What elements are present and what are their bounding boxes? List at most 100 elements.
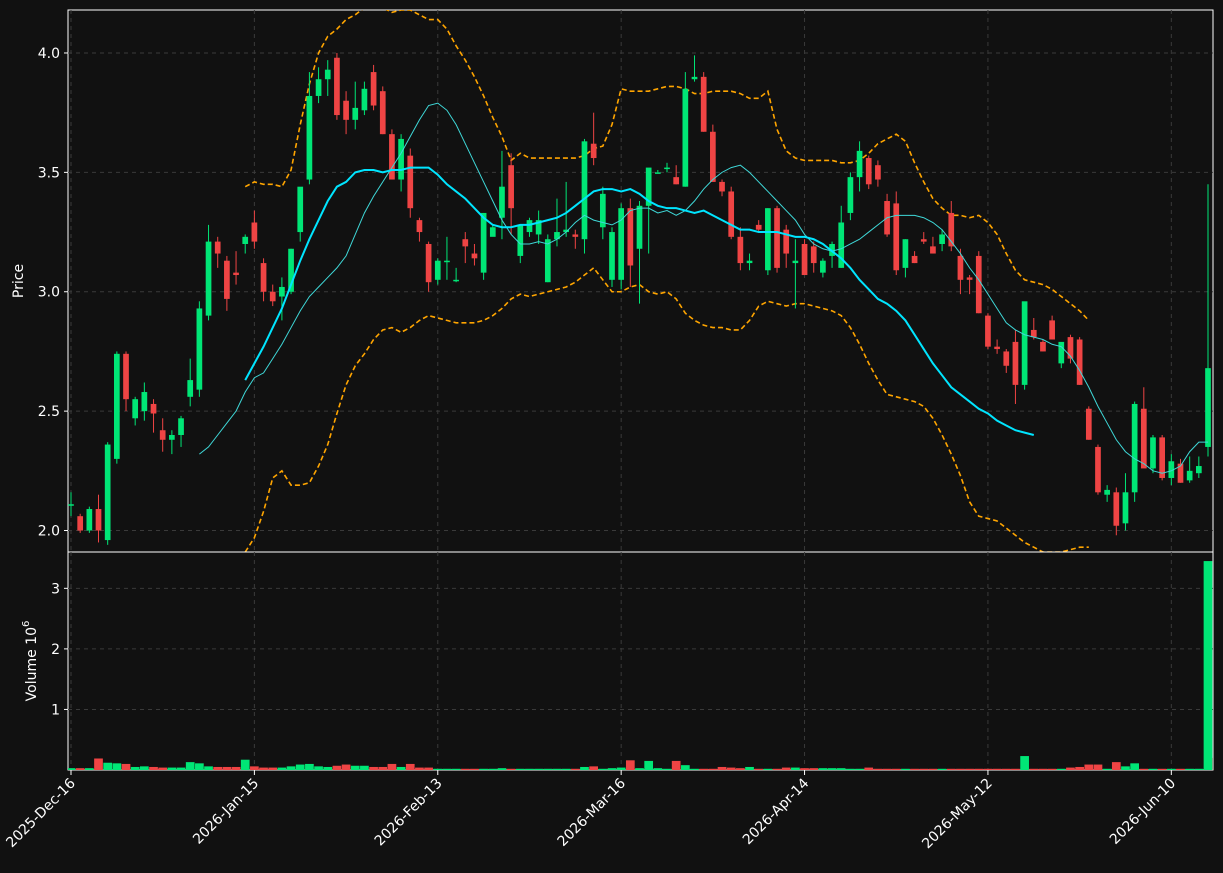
candle-body bbox=[324, 69, 331, 80]
volume-bar bbox=[1056, 768, 1066, 770]
volume-y-tick-label: 2 bbox=[51, 642, 60, 658]
candle-body bbox=[114, 353, 120, 459]
candle-body bbox=[994, 346, 1000, 350]
x-tick-label: 2026-May-12 bbox=[919, 776, 996, 853]
candle-body bbox=[242, 236, 249, 244]
volume-bar bbox=[708, 768, 718, 770]
candle-body bbox=[1012, 341, 1019, 385]
volume-bar bbox=[525, 768, 534, 770]
candle-body bbox=[343, 100, 349, 120]
volume-bar bbox=[919, 768, 929, 770]
candle-body bbox=[1104, 489, 1110, 495]
volume-bar bbox=[1185, 768, 1195, 770]
volume-bar bbox=[277, 767, 287, 770]
chart-canvas: 2.0 2.5 3.0 3.5 4.0 Price 1 2 3 Volume 106 202… bbox=[3, 9, 1220, 853]
volume-bar bbox=[781, 767, 791, 770]
volume-bar bbox=[736, 768, 745, 770]
candle-body bbox=[517, 224, 524, 256]
candlestick-chart: 2.0 2.5 3.0 3.5 4.0 Price 1 2 3 Volume 106 202… bbox=[0, 0, 1223, 873]
volume-bar bbox=[158, 767, 168, 770]
volume-bar bbox=[983, 768, 993, 770]
candle-body bbox=[178, 418, 184, 435]
candle-body bbox=[902, 239, 909, 268]
volume-bar bbox=[543, 768, 553, 770]
candle-body bbox=[407, 155, 414, 209]
candle-body bbox=[1067, 337, 1074, 359]
candle-body bbox=[618, 208, 625, 280]
volume-bar bbox=[791, 767, 800, 770]
volume-bar bbox=[1038, 768, 1048, 770]
x-tick-label: 2026-Feb-13 bbox=[372, 776, 446, 850]
candle-body bbox=[196, 308, 203, 390]
x-tick-label: 2026-Mar-16 bbox=[555, 775, 629, 849]
volume-bar bbox=[745, 766, 754, 770]
x-tick-label: 2025-Dec-16 bbox=[3, 775, 78, 850]
volume-bar bbox=[1029, 768, 1039, 770]
candle-body bbox=[233, 272, 239, 276]
candle-body bbox=[911, 255, 918, 264]
volume-bar bbox=[836, 768, 846, 770]
candle-body bbox=[1058, 341, 1065, 364]
candle-body bbox=[1113, 492, 1120, 526]
candle-body bbox=[141, 392, 148, 412]
candle-body bbox=[1085, 408, 1092, 440]
volume-bar bbox=[259, 767, 268, 770]
price-y-tick-label: 3.0 bbox=[38, 285, 60, 301]
candle-body bbox=[1214, 375, 1220, 387]
volume-bar bbox=[442, 768, 452, 770]
candle-body bbox=[260, 263, 267, 292]
price-y-tick-label: 4.0 bbox=[38, 46, 60, 62]
volume-bar bbox=[1139, 768, 1149, 770]
candle-body bbox=[526, 220, 533, 233]
volume-bar bbox=[350, 765, 360, 770]
x-tick-label: 2026-Jan-15 bbox=[190, 776, 262, 848]
volume-bar bbox=[662, 768, 672, 770]
volume-bar bbox=[1075, 766, 1084, 770]
candle-body bbox=[728, 191, 735, 237]
candle-body bbox=[361, 88, 368, 111]
candle-body bbox=[856, 150, 863, 178]
volume-bar bbox=[992, 768, 1002, 770]
volume-bar bbox=[140, 766, 149, 770]
candle-body bbox=[1140, 408, 1147, 469]
volume-bar bbox=[717, 766, 727, 770]
volume-bar bbox=[928, 768, 938, 770]
volume-bar bbox=[937, 768, 947, 770]
x-tick-label: 2026-Apr-14 bbox=[740, 775, 813, 848]
candle-body bbox=[425, 243, 432, 283]
candle-body bbox=[1049, 320, 1055, 340]
volume-bar bbox=[250, 766, 259, 770]
volume-bar bbox=[94, 758, 103, 770]
volume-bar bbox=[479, 768, 488, 770]
volume-bar bbox=[1166, 768, 1176, 770]
volume-bar bbox=[240, 759, 250, 770]
volume-bar bbox=[1093, 764, 1103, 770]
volume-bar bbox=[387, 763, 397, 770]
volume-bar bbox=[552, 768, 562, 770]
volume-bar bbox=[268, 767, 278, 770]
candle-body bbox=[1150, 437, 1156, 469]
candle-body bbox=[801, 243, 808, 276]
volume-bar bbox=[1111, 762, 1121, 770]
volume-bar bbox=[149, 766, 158, 770]
candle-body bbox=[664, 167, 670, 170]
candle-body bbox=[655, 172, 661, 174]
volume-bar bbox=[314, 766, 323, 770]
volume-bar bbox=[827, 768, 837, 770]
volume-bar bbox=[561, 768, 571, 770]
volume-bar bbox=[580, 766, 589, 770]
volume-bar bbox=[671, 760, 681, 770]
volume-bar bbox=[176, 767, 186, 770]
volume-bar bbox=[185, 762, 195, 770]
candle-body bbox=[251, 222, 258, 242]
candle-body bbox=[581, 141, 588, 240]
volume-bar bbox=[1084, 764, 1094, 770]
candle-body bbox=[508, 165, 514, 209]
volume-bar bbox=[341, 764, 351, 770]
volume-bar bbox=[680, 765, 690, 770]
volume-bar bbox=[607, 768, 617, 770]
candle-body bbox=[572, 234, 579, 237]
volume-bar bbox=[1157, 768, 1167, 770]
volume-bar bbox=[901, 768, 910, 770]
candle-body bbox=[746, 260, 753, 264]
